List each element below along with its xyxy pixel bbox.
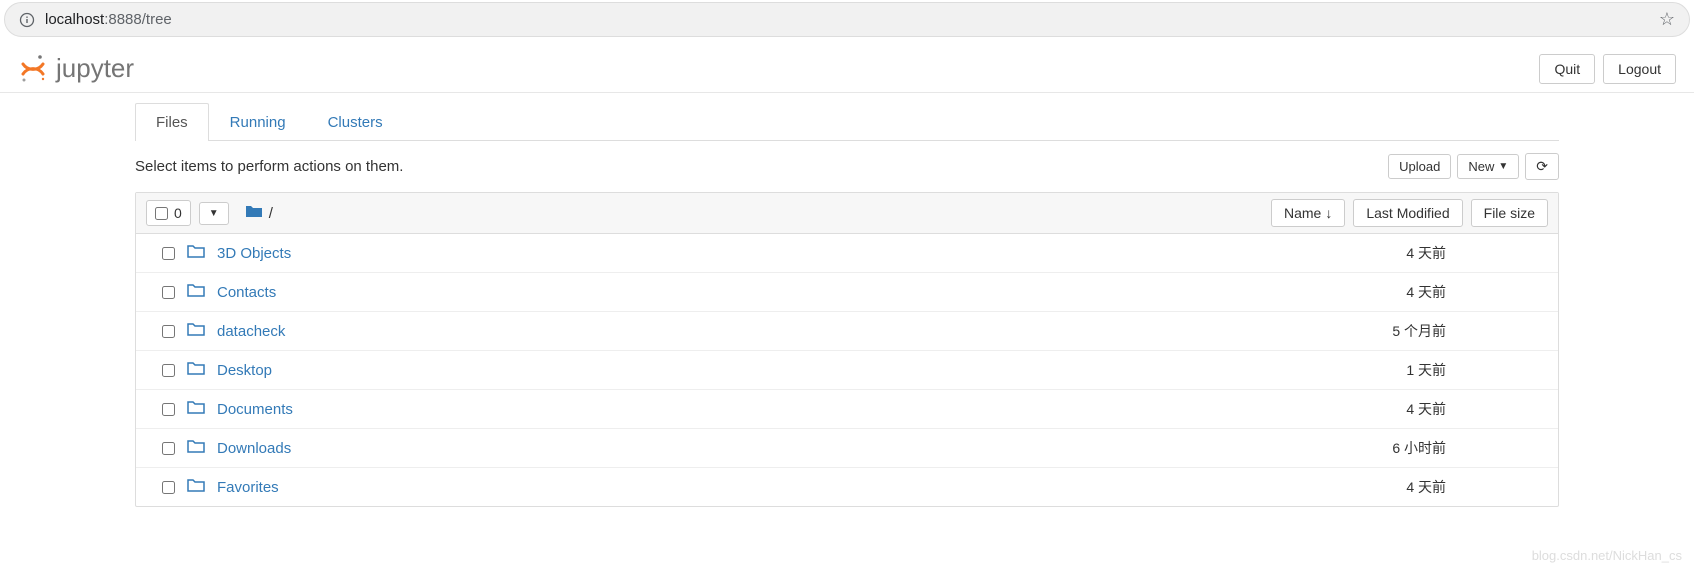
- upload-button[interactable]: Upload: [1388, 154, 1451, 179]
- tab-clusters[interactable]: Clusters: [307, 103, 404, 141]
- page-header: jupyter Quit Logout: [0, 45, 1694, 93]
- file-name-link[interactable]: 3D Objects: [217, 245, 291, 262]
- file-name-link[interactable]: Downloads: [217, 440, 291, 457]
- folder-icon: [187, 322, 205, 341]
- folder-icon: [187, 283, 205, 302]
- file-row: Contacts 4 天前: [136, 273, 1558, 312]
- jupyter-logo-text: jupyter: [56, 53, 134, 84]
- breadcrumb-root: /: [269, 205, 273, 222]
- row-checkbox[interactable]: [162, 481, 175, 494]
- file-modified: 4 天前: [1326, 282, 1446, 302]
- url-text: localhost:8888/tree: [45, 11, 1659, 28]
- quit-button[interactable]: Quit: [1539, 54, 1595, 84]
- file-modified: 6 小时前: [1326, 438, 1446, 458]
- bookmark-star-icon[interactable]: ☆: [1659, 9, 1675, 30]
- file-row: Desktop 1 天前: [136, 351, 1558, 390]
- file-row: Downloads 6 小时前: [136, 429, 1558, 468]
- folder-icon: [187, 439, 205, 458]
- file-row: Favorites 4 天前: [136, 468, 1558, 506]
- new-button[interactable]: New ▼: [1457, 154, 1519, 179]
- folder-icon: [187, 400, 205, 419]
- file-row: Documents 4 天前: [136, 390, 1558, 429]
- row-checkbox[interactable]: [162, 442, 175, 455]
- select-hint: Select items to perform actions on them.: [135, 158, 403, 175]
- sort-size-button[interactable]: File size: [1471, 199, 1548, 227]
- new-button-label: New: [1468, 159, 1494, 174]
- tabs: Files Running Clusters: [135, 103, 1559, 141]
- file-name-link[interactable]: Favorites: [217, 479, 279, 496]
- file-name-link[interactable]: Desktop: [217, 362, 272, 379]
- row-checkbox[interactable]: [162, 364, 175, 377]
- sort-name-button[interactable]: Name ↓: [1271, 199, 1345, 227]
- caret-down-icon: ▼: [1498, 161, 1508, 172]
- logout-button[interactable]: Logout: [1603, 54, 1676, 84]
- watermark: blog.csdn.net/NickHan_cs: [1532, 548, 1682, 563]
- header-buttons: Quit Logout: [1539, 54, 1676, 84]
- tab-files[interactable]: Files: [135, 103, 209, 141]
- file-row: datacheck 5 个月前: [136, 312, 1558, 351]
- file-name-link[interactable]: Contacts: [217, 284, 276, 301]
- address-bar[interactable]: localhost:8888/tree ☆: [4, 2, 1690, 37]
- row-checkbox[interactable]: [162, 325, 175, 338]
- folder-icon: [187, 244, 205, 263]
- file-modified: 5 个月前: [1326, 321, 1446, 341]
- refresh-button[interactable]: ⟳: [1525, 153, 1559, 180]
- row-checkbox[interactable]: [162, 247, 175, 260]
- info-icon: [19, 12, 35, 28]
- toolbar-row: Select items to perform actions on them.…: [135, 141, 1559, 192]
- file-modified: 4 天前: [1326, 243, 1446, 263]
- file-row: 3D Objects 4 天前: [136, 234, 1558, 273]
- file-name-link[interactable]: datacheck: [217, 323, 285, 340]
- tab-running[interactable]: Running: [209, 103, 307, 141]
- jupyter-logo-icon: [18, 54, 48, 84]
- select-all-checkbox[interactable]: [155, 207, 168, 220]
- row-checkbox[interactable]: [162, 286, 175, 299]
- file-name-link[interactable]: Documents: [217, 401, 293, 418]
- jupyter-logo[interactable]: jupyter: [18, 53, 134, 84]
- file-modified: 4 天前: [1326, 477, 1446, 497]
- name-col-label: Name: [1284, 205, 1321, 221]
- arrow-down-icon: ↓: [1325, 205, 1332, 221]
- breadcrumb[interactable]: /: [245, 204, 273, 223]
- refresh-icon: ⟳: [1536, 158, 1548, 175]
- folder-icon: [187, 361, 205, 380]
- url-path: :8888/tree: [104, 11, 172, 28]
- file-list-header: 0 ▼ / Name ↓ Last Modified File size: [136, 193, 1558, 234]
- file-modified: 1 天前: [1326, 360, 1446, 380]
- folder-icon: [245, 204, 263, 223]
- select-all-box[interactable]: 0: [146, 200, 191, 226]
- file-list: 0 ▼ / Name ↓ Last Modified File size 3D …: [135, 192, 1559, 507]
- selected-count: 0: [174, 205, 182, 221]
- caret-down-icon: ▼: [209, 208, 219, 219]
- sort-modified-button[interactable]: Last Modified: [1353, 199, 1462, 227]
- url-host: localhost: [45, 11, 104, 28]
- select-menu-button[interactable]: ▼: [199, 202, 229, 225]
- folder-icon: [187, 478, 205, 497]
- file-modified: 4 天前: [1326, 399, 1446, 419]
- row-checkbox[interactable]: [162, 403, 175, 416]
